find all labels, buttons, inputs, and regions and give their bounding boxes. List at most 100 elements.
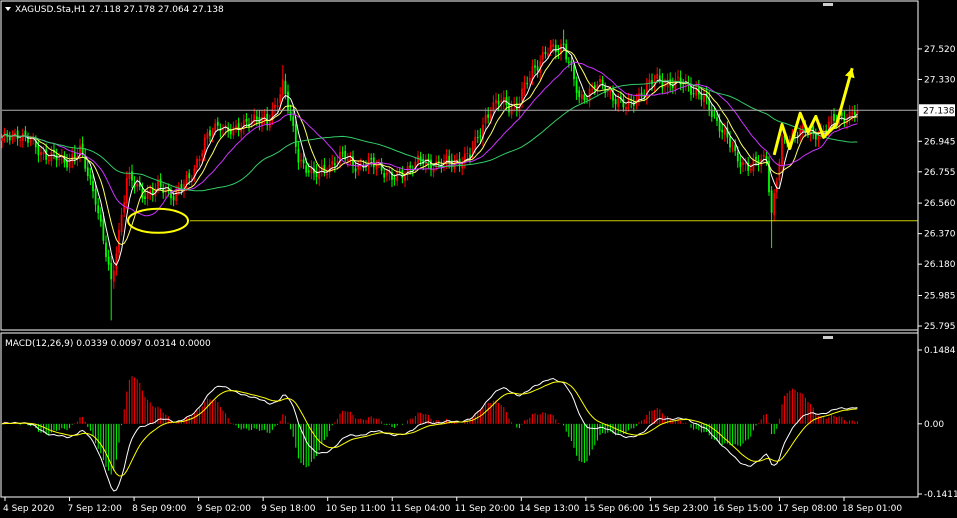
candle-body (196, 158, 198, 168)
time-tick-label: 9 Sep 02:00 (197, 504, 252, 514)
candle-body (497, 101, 500, 105)
candle-body (801, 126, 804, 132)
candle-body (755, 156, 757, 160)
support-circle-annotation (127, 207, 189, 234)
candle-body (55, 154, 58, 161)
collapse-triangle-icon[interactable] (5, 7, 11, 11)
candle-body (209, 130, 211, 136)
candle-body (333, 163, 336, 166)
candle-body (284, 80, 287, 95)
candle-body (107, 256, 110, 265)
trend-arrow-annotation (772, 67, 854, 156)
price-tick-label: 25.985 (924, 291, 956, 301)
candle-body (287, 91, 289, 111)
candle-body (617, 98, 620, 107)
candle-body (307, 170, 310, 173)
candle-body (125, 178, 128, 204)
candle-body (203, 137, 206, 155)
candle-body (528, 77, 531, 82)
candle-body (523, 82, 526, 90)
candle-body (393, 177, 396, 180)
candle-body (557, 50, 560, 52)
candle-body (261, 116, 263, 125)
candle-body (198, 158, 201, 162)
candle-body (29, 140, 32, 143)
candle-body (593, 85, 596, 88)
candle-body (742, 162, 744, 165)
candle-body (263, 115, 266, 118)
candle-body (487, 114, 490, 118)
candle-body (476, 137, 479, 139)
candle-body (123, 202, 126, 213)
candle-body (586, 98, 588, 100)
candle-body (42, 151, 45, 154)
candle-body (367, 157, 370, 168)
time-tick-label: 8 Sep 09:00 (132, 504, 187, 514)
candle-body (58, 158, 61, 160)
chart-window: 27.520 27.330 27.138 26.945 26.755 26.560 26.3… (0, 0, 957, 518)
current-price-label: 27.138 (923, 106, 955, 116)
candle-body (549, 45, 552, 51)
price-pane[interactable] (1, 29, 918, 321)
candle-body (372, 157, 375, 168)
time-tick-label: 4 Sep 2020 (3, 504, 55, 514)
candle-body (723, 129, 726, 135)
candle-body (144, 196, 146, 199)
time-tick-label: 18 Sep 01:00 (842, 504, 902, 514)
candle-body (276, 105, 279, 108)
time-tick-label: 15 Sep 06:00 (584, 504, 644, 514)
candle-body (718, 120, 721, 132)
price-tick-label: 26.560 (924, 199, 956, 209)
candle-body (131, 171, 133, 181)
candle-body (157, 180, 159, 190)
candle-body (16, 130, 19, 139)
price-tick-label: 26.180 (924, 260, 956, 270)
candle-body (474, 136, 477, 150)
candle-body (302, 159, 305, 164)
candle-body (700, 93, 703, 100)
candle-body (255, 116, 258, 120)
candle-body (50, 152, 53, 162)
candle-body (66, 160, 68, 168)
candle-body (281, 79, 284, 95)
candle-body (40, 152, 42, 156)
candle-body (479, 135, 482, 137)
time-tick-label: 7 Sep 12:00 (68, 504, 123, 514)
candle-body (521, 88, 523, 102)
candle-body (575, 80, 578, 93)
candle-body (47, 160, 50, 162)
candle-body (297, 149, 300, 163)
candle-body (526, 83, 529, 85)
candle-body (547, 53, 549, 56)
candle-body (99, 214, 102, 222)
macd-pane[interactable] (1, 376, 858, 492)
candle-body (614, 99, 617, 105)
time-tick-label: 14 Sep 13:00 (519, 504, 579, 514)
candle-body (323, 164, 326, 173)
corner-mark-icon-2[interactable] (823, 336, 833, 339)
candle-body (658, 75, 661, 80)
candle-body (749, 169, 752, 171)
candle-body (552, 44, 555, 47)
candle-body (105, 242, 107, 257)
candle-body (692, 92, 695, 94)
candle-body (94, 189, 97, 205)
candle-body (466, 153, 469, 155)
candle-body (385, 172, 388, 176)
candle-body (856, 110, 859, 115)
candle-body (710, 110, 713, 117)
time-tick-label: 9 Sep 18:00 (261, 504, 316, 514)
candle-body (567, 61, 570, 63)
candle-body (19, 139, 22, 141)
candle-body (97, 205, 100, 214)
candle-body (1, 137, 3, 141)
corner-mark-icon[interactable] (823, 3, 833, 6)
candle-body (396, 171, 399, 182)
candle-body (21, 133, 24, 141)
candle-body (110, 262, 113, 280)
candle-body (102, 219, 105, 241)
candle-body (713, 114, 716, 116)
price-tick-label: 27.520 (924, 45, 956, 55)
candle-body (781, 137, 783, 165)
candle-body (206, 132, 209, 139)
